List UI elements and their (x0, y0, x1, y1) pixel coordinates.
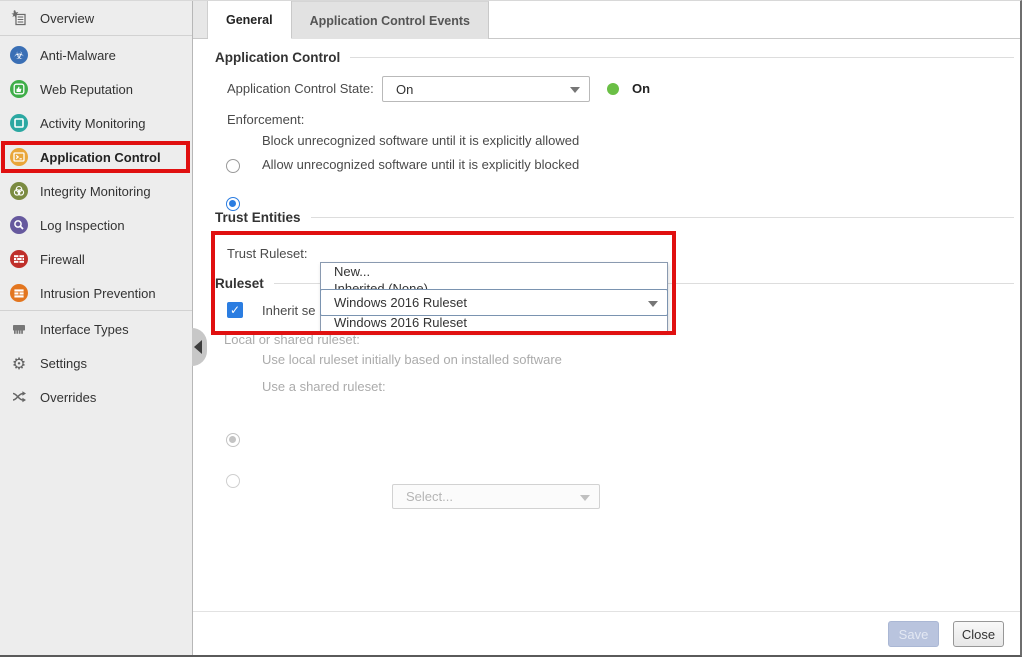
sidebar-divider (0, 35, 192, 36)
section-application-control: Application Control (215, 50, 1014, 65)
radio-block-label: Block unrecognized software until it is … (262, 133, 579, 148)
radio-use-shared-ruleset (226, 474, 240, 488)
footer-divider (193, 611, 1020, 612)
terminal-window-icon (10, 148, 28, 166)
section-title: Trust Entities (215, 210, 301, 225)
shared-ruleset-value: Select... (406, 489, 453, 504)
sidebar-divider (0, 310, 192, 311)
radio-block-unrecognized[interactable] (226, 159, 240, 173)
sidebar-item-web-reputation[interactable]: Web Reputation (0, 72, 192, 106)
section-title: Application Control (215, 50, 340, 65)
sidebar-item-label: Interface Types (40, 322, 129, 337)
sidebar-item-overview[interactable]: Overview (0, 1, 192, 35)
biohazard-icon: ☣ (10, 46, 28, 64)
layered-bars-icon (10, 284, 28, 302)
sidebar-item-label: Anti-Malware (40, 48, 116, 63)
section-divider-line (350, 57, 1014, 58)
sidebar-item-interface-types[interactable]: Interface Types (0, 312, 192, 346)
tab-application-control-events[interactable]: Application Control Events (292, 1, 489, 39)
main-content: Application Control Application Control … (193, 39, 1020, 655)
sidebar-item-settings[interactable]: ⚙ Settings (0, 346, 192, 380)
sidebar-item-application-control[interactable]: Application Control (0, 140, 192, 174)
chevron-down-icon (580, 495, 590, 501)
trust-ruleset-select[interactable]: Windows 2016 Ruleset (320, 289, 668, 316)
chevron-down-icon (648, 301, 658, 307)
network-connector-icon (10, 320, 28, 338)
sidebar-item-label: Application Control (40, 150, 161, 165)
policy-editor-window: Overview ☣ Anti-Malware Web Reputation A… (0, 0, 1022, 657)
radio-allow-label: Allow unrecognized software until it is … (262, 157, 579, 172)
tab-bar: General Application Control Events (193, 1, 1020, 39)
knot-icon (10, 182, 28, 200)
radio-use-local-ruleset (226, 433, 240, 447)
sidebar-item-label: Web Reputation (40, 82, 133, 97)
local-or-shared-label: Local or shared ruleset: (224, 332, 360, 347)
sidebar: Overview ☣ Anti-Malware Web Reputation A… (0, 1, 193, 655)
sidebar-item-label: Firewall (40, 252, 85, 267)
monitor-square-icon (10, 114, 28, 132)
status-on-dot (607, 83, 619, 95)
magnifier-icon (10, 216, 28, 234)
sidebar-item-label: Overview (40, 11, 94, 26)
sidebar-item-integrity-monitoring[interactable]: Integrity Monitoring (0, 174, 192, 208)
radio-allow-unrecognized[interactable] (226, 197, 240, 211)
section-divider-line (311, 217, 1014, 218)
overview-icon (10, 9, 28, 27)
sidebar-item-label: Settings (40, 356, 87, 371)
sidebar-item-activity-monitoring[interactable]: Activity Monitoring (0, 106, 192, 140)
section-title: Ruleset (215, 276, 264, 291)
sidebar-item-label: Integrity Monitoring (40, 184, 151, 199)
sidebar-item-label: Log Inspection (40, 218, 125, 233)
trust-ruleset-label: Trust Ruleset: (227, 240, 307, 267)
brick-wall-icon (10, 250, 28, 268)
sidebar-item-overrides[interactable]: Overrides (0, 380, 192, 414)
sidebar-item-label: Overrides (40, 390, 96, 405)
close-button[interactable]: Close (953, 621, 1004, 647)
trust-dropdown-option[interactable]: Windows 2016 Ruleset (321, 314, 667, 331)
chevron-left-icon (194, 340, 202, 354)
trust-ruleset-value: Windows 2016 Ruleset (334, 295, 467, 310)
inherit-settings-checkbox[interactable] (227, 302, 243, 318)
status-on-text: On (632, 76, 650, 102)
state-label: Application Control State: (227, 76, 374, 102)
trust-dropdown-option[interactable]: New... (321, 263, 667, 280)
section-trust-entities: Trust Entities (215, 210, 1014, 225)
sidebar-item-firewall[interactable]: Firewall (0, 242, 192, 276)
chevron-down-icon (570, 87, 580, 93)
sidebar-item-label: Activity Monitoring (40, 116, 145, 131)
thumbs-up-icon (10, 80, 28, 98)
shuffle-icon (10, 388, 28, 406)
inherit-settings-label: Inherit se (262, 303, 315, 319)
enforcement-label: Enforcement: (227, 112, 304, 127)
shared-ruleset-select: Select... (392, 484, 600, 509)
state-select-value: On (396, 82, 413, 97)
radio-use-shared-label: Use a shared ruleset: (262, 379, 386, 394)
save-button[interactable]: Save (888, 621, 939, 647)
sidebar-item-label: Intrusion Prevention (40, 286, 156, 301)
sidebar-item-intrusion-prevention[interactable]: Intrusion Prevention (0, 276, 192, 310)
radio-use-local-label: Use local ruleset initially based on ins… (262, 352, 562, 367)
tab-general[interactable]: General (208, 1, 292, 39)
sidebar-item-anti-malware[interactable]: ☣ Anti-Malware (0, 38, 192, 72)
application-control-state-select[interactable]: On (382, 76, 590, 102)
gear-icon: ⚙ (10, 354, 28, 372)
tab-spacer (193, 1, 208, 38)
sidebar-item-log-inspection[interactable]: Log Inspection (0, 208, 192, 242)
